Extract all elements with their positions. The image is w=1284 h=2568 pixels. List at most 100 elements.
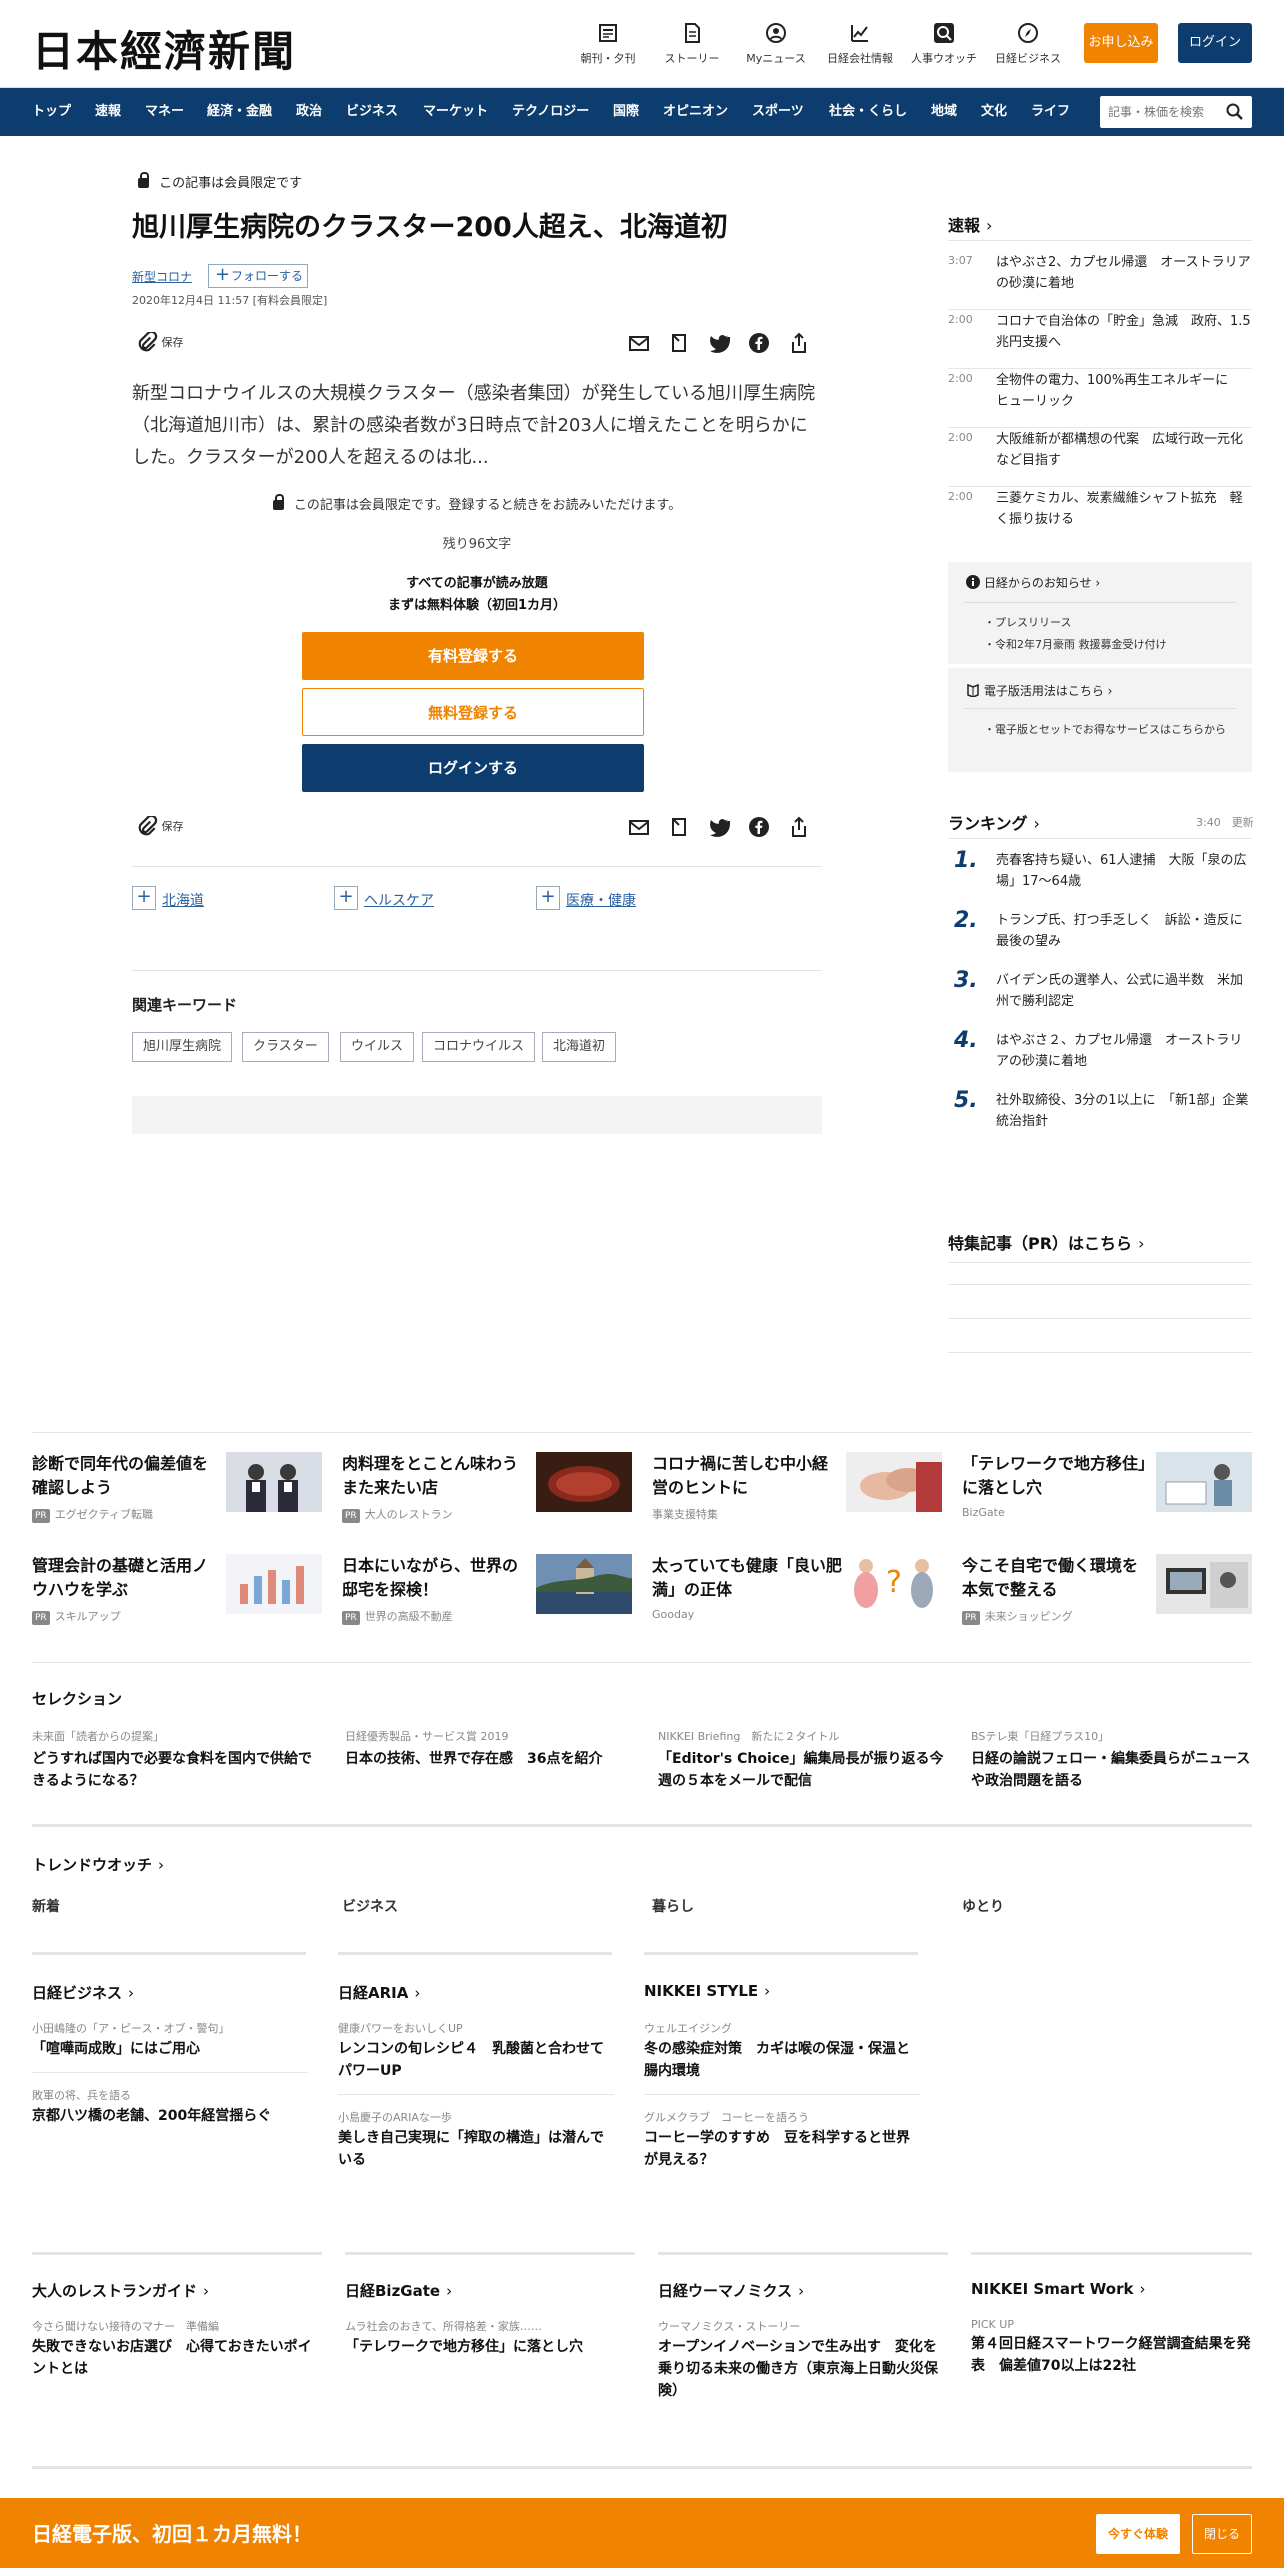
topic-follow-hokkaido[interactable]: 北海道 <box>132 886 204 910</box>
mail-icon[interactable] <box>628 816 650 838</box>
selection-item[interactable]: NIKKEI Briefing 新たに２タイトル 「Editor's Choice… <box>658 1728 948 1792</box>
try-now-button[interactable]: 今すぐ体験 <box>1096 2514 1180 2554</box>
nav-item-life[interactable]: ライフ <box>1031 88 1070 136</box>
close-banner-button[interactable]: 閉じる <box>1192 2514 1252 2554</box>
twitter-icon[interactable] <box>708 332 730 354</box>
media-article[interactable]: ウェルエイジング 冬の感染症対策 カギは喉の保湿・保温と腸内環境 <box>644 2020 920 2082</box>
topic-follow-medical[interactable]: 医療・健康 <box>536 886 636 910</box>
selection-item[interactable]: BSテレ東「日経プラス10」 日経の論説フェロー・編集委員らがニュースや政治問題を… <box>971 1728 1261 1792</box>
digital-item[interactable]: ・電子版とセットでお得なサービスはこちらから <box>984 720 1234 739</box>
save-button[interactable]: 保存 <box>136 814 184 838</box>
follow-button[interactable]: フォローする <box>208 264 308 288</box>
login-button[interactable]: ログイン <box>1178 23 1252 63</box>
media-heading-aria[interactable]: 日経ARIA <box>338 1982 420 2003</box>
keyword-chip[interactable]: 旭川厚生病院 <box>132 1032 233 1062</box>
ranking-item[interactable]: 4. はやぶさ２、カプセル帰還 オーストラリアの砂漠に着地 <box>948 1028 1252 1092</box>
media-article[interactable]: ウーマノミクス・ストーリー オープンイノベーションで生み出す 変化を乗り切る未来の… <box>658 2318 948 2402</box>
facebook-icon[interactable] <box>748 332 770 354</box>
header-link-company[interactable]: 日経会社情報 <box>824 22 896 66</box>
nav-item-business[interactable]: ビジネス <box>346 88 398 136</box>
header-link-story[interactable]: ストーリー <box>656 22 728 66</box>
media-heading-womanomics[interactable]: 日経ウーマノミクス <box>658 2280 804 2301</box>
header-link-jinji[interactable]: 人事ウオッチ <box>908 22 980 66</box>
nav-item-economy[interactable]: 経済・金融 <box>207 88 272 136</box>
media-heading-style[interactable]: NIKKEI STYLE <box>644 1982 770 2000</box>
media-article[interactable]: 敗軍の将、兵を語る 京都八ツ橋の老舗、200年経営揺らぐ <box>32 2087 308 2127</box>
share-icon[interactable] <box>788 332 810 354</box>
topic-follow-healthcare[interactable]: ヘルスケア <box>334 886 434 910</box>
trend-tab-living[interactable]: 暮らし <box>652 1896 694 1916</box>
notice-item[interactable]: ・プレスリリース <box>984 614 1071 630</box>
trend-tab-new[interactable]: 新着 <box>32 1896 60 1916</box>
share-icon[interactable] <box>788 816 810 838</box>
media-article[interactable]: ムラ社会のおきて、所得格差・家族…… 「テレワークで地方移住」に落とし穴 <box>345 2318 635 2358</box>
subscribe-button[interactable]: お申し込み <box>1084 23 1158 63</box>
nav-item-region[interactable]: 地域 <box>931 88 957 136</box>
ad-tile[interactable]: 今こそ自宅で働く環境を本気で整える PR 未来ショッピング <box>962 1554 1252 1625</box>
ranking-item[interactable]: 2. トランプ氏、打つ手乏しく 訴訟・造反に最後の望み <box>948 908 1252 972</box>
selection-item[interactable]: 未来面「読者からの提案」 どうすれば国内で必要な食料を国内で供給できるようになる？ <box>32 1728 322 1792</box>
nikkei-logo[interactable]: 日本經濟新聞 <box>32 18 296 79</box>
ad-tile[interactable]: コロナ禍に苦しむ中小経営のヒントに 事業支援特集 <box>652 1452 942 1521</box>
media-article[interactable]: 小島慶子のARIAな一歩 美しき自己実現に「搾取の構造」は潜んでいる <box>338 2109 614 2171</box>
keyword-chip[interactable]: クラスター <box>242 1032 329 1062</box>
keyword-chip[interactable]: ウイルス <box>340 1032 415 1062</box>
ad-tile[interactable]: 日本にいながら、世界の邸宅を探検！ PR 世界の高級不動産 <box>342 1554 632 1625</box>
nav-item-money[interactable]: マネー <box>145 88 184 136</box>
sokuho-item[interactable]: 2:00 コロナで自治体の「貯金」急減 政府、1.5兆円支援へ <box>948 311 1252 369</box>
twitter-icon[interactable] <box>708 816 730 838</box>
pr-heading[interactable]: 特集記事（PR）はこちら <box>948 1230 1144 1254</box>
article-tag[interactable]: 新型コロナ <box>132 268 192 285</box>
ad-tile[interactable]: 管理会計の基礎と活用ノウハウを学ぶ PR スキルアップ <box>32 1554 322 1625</box>
ad-tile[interactable]: 「テレワークで地方移住」に落とし穴 BizGate <box>962 1452 1252 1519</box>
keyword-chip[interactable]: 北海道初 <box>542 1032 617 1062</box>
media-heading-restaurant[interactable]: 大人のレストランガイド <box>32 2280 209 2301</box>
nav-item-opinion[interactable]: オピニオン <box>663 88 728 136</box>
paid-register-button[interactable]: 有料登録する <box>302 632 644 680</box>
header-link-paper[interactable]: 朝刊・夕刊 <box>572 22 644 66</box>
sokuho-item[interactable]: 3:07 はやぶさ2、カプセル帰還 オーストラリアの砂漠に着地 <box>948 252 1252 310</box>
ranking-item[interactable]: 1. 売春客持ち疑い、61人逮捕 大阪「泉の広場」17～64歳 <box>948 848 1252 912</box>
nav-item-society[interactable]: 社会・くらし <box>829 88 907 136</box>
nav-item-culture[interactable]: 文化 <box>981 88 1007 136</box>
nav-item-top[interactable]: トップ <box>32 88 71 136</box>
media-article[interactable]: 今さら聞けない接待のマナー 準備編 失敗できないお店選び 心得ておきたいポイントと… <box>32 2318 322 2380</box>
media-heading-nikkei-business[interactable]: 日経ビジネス <box>32 1982 134 2003</box>
login-cta-button[interactable]: ログインする <box>302 744 644 792</box>
media-article[interactable]: 小田嶋隆の「ア・ピース・オブ・警句」 「喧嘩両成敗」にはご用心 <box>32 2020 308 2060</box>
trend-tab-yutori[interactable]: ゆとり <box>962 1896 1004 1916</box>
selection-item[interactable]: 日経優秀製品・サービス賞 2019 日本の技術、世界で存在感 36点を紹介 <box>345 1728 635 1770</box>
media-heading-smartwork[interactable]: NIKKEI Smart Work <box>971 2280 1145 2298</box>
save-button[interactable]: 保存 <box>136 330 184 354</box>
sokuho-item[interactable]: 2:00 全物件の電力、100%再生エネルギーに ヒューリック <box>948 370 1252 428</box>
facebook-icon[interactable] <box>748 816 770 838</box>
media-article[interactable]: 健康パワーをおいしくUP レンコンの旬レシピ４ 乳酸菌と合わせてパワーUP <box>338 2020 614 2082</box>
free-register-button[interactable]: 無料登録する <box>302 688 644 736</box>
media-article[interactable]: PICK UP 第４回日経スマートワーク経営調査結果を発表 偏差値70以上は22社 <box>971 2318 1252 2377</box>
trend-heading[interactable]: トレンドウオッチ <box>32 1854 164 1875</box>
search-input[interactable] <box>1100 96 1212 128</box>
note-icon[interactable] <box>668 332 690 354</box>
sokuho-item[interactable]: 2:00 大阪維新が都構想の代案 広域行政一元化など目指す <box>948 429 1252 487</box>
mail-icon[interactable] <box>628 332 650 354</box>
nav-item-sports[interactable]: スポーツ <box>752 88 804 136</box>
media-article[interactable]: グルメクラブ コーヒーを語ろう コーヒー学のすすめ 豆を科学すると世界が見える？ <box>644 2109 920 2171</box>
note-icon[interactable] <box>668 816 690 838</box>
keyword-chip[interactable]: コロナウイルス <box>422 1032 536 1062</box>
digital-heading[interactable]: 電子版活用法はこちら › <box>966 682 1112 699</box>
search-icon[interactable] <box>1226 103 1244 121</box>
sokuho-heading[interactable]: 速報 <box>948 212 992 236</box>
header-link-business[interactable]: 日経ビジネス <box>992 22 1064 66</box>
header-link-mynews[interactable]: Myニュース <box>740 22 812 66</box>
nav-item-technology[interactable]: テクノロジー <box>512 88 589 136</box>
nav-item-market[interactable]: マーケット <box>423 88 488 136</box>
trend-tab-business[interactable]: ビジネス <box>342 1896 398 1916</box>
notice-heading[interactable]: 日経からのお知らせ › <box>966 574 1100 591</box>
nav-item-international[interactable]: 国際 <box>613 88 639 136</box>
ad-tile[interactable]: 太っていても健康「良い肥満」の正体 Gooday ? <box>652 1554 942 1621</box>
ranking-heading[interactable]: ランキング <box>948 810 1040 834</box>
nav-item-sokuho[interactable]: 速報 <box>95 88 121 136</box>
notice-item[interactable]: ・令和2年7月豪雨 救援募金受け付け <box>984 636 1167 652</box>
media-heading-bizgate[interactable]: 日経BizGate <box>345 2280 452 2301</box>
nav-item-politics[interactable]: 政治 <box>296 88 322 136</box>
